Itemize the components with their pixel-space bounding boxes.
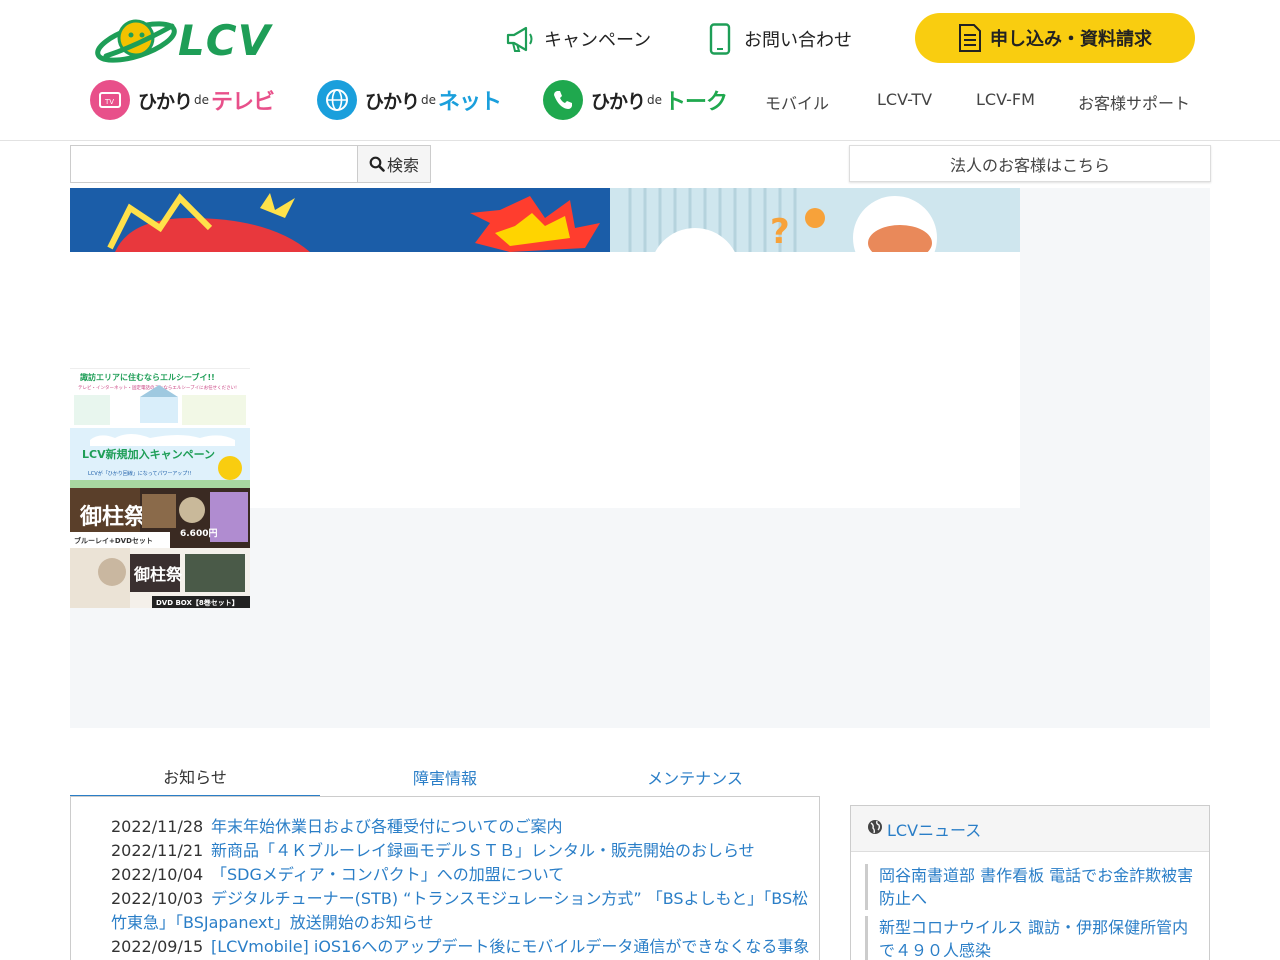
logo-text: LCV <box>178 16 272 65</box>
hero-banner-image[interactable]: ? <box>70 188 1020 252</box>
tv-icon: TV <box>90 80 130 120</box>
contact-label: お問い合わせ <box>744 30 852 51</box>
list-item: 2022/09/15 [LCVmobile] iOS16へのアップデート後にモバイ… <box>111 935 819 960</box>
info-tabs: お知らせ 障害情報 メンテナンス <box>70 757 820 797</box>
news-item[interactable]: 新型コロナウイルス 諏訪・伊那保健所管内で４９０人感染 <box>865 916 1195 960</box>
notice-date: 2022/11/21 <box>111 841 204 860</box>
phone-icon <box>543 80 583 120</box>
nav-tv-kind: テレビ <box>211 90 275 115</box>
side-banner-3-price: 6.600円 <box>180 528 217 539</box>
notice-link[interactable]: 「SDGメディア・コンパクト」への加盟について <box>211 865 564 884</box>
side-banner-new-subscriber[interactable]: LCV新規加入キャンペーン LCVが「ひかり回線」になってパワーアップ!! <box>70 428 250 488</box>
svg-text:?: ? <box>770 212 790 252</box>
apply-button[interactable]: 申し込み・資料請求 <box>915 13 1195 63</box>
list-item: 2022/11/21 新商品「４Ｋブルーレイ録画モデルＳＴＢ」レンタル・販売開始の… <box>111 839 819 863</box>
side-banner-2-sub: LCVが「ひかり回線」になってパワーアップ!! <box>88 470 191 477</box>
planet-logo-icon <box>95 19 177 63</box>
side-banner-4-sub: DVD BOX【8巻セット】 <box>156 598 239 607</box>
nav-lcv-fm[interactable]: LCV-FM <box>976 90 1035 109</box>
site-header: LCV キャンペーン お問い合わせ 申し込み・資料請求 TV ひかり de テレ… <box>0 0 1280 141</box>
side-banner-onbashira-dvdbox[interactable]: 御柱祭 DVD BOX【8巻セット】 <box>70 548 250 608</box>
lcv-logo[interactable]: LCV <box>92 12 282 68</box>
tab-maintenance[interactable]: メンテナンス <box>570 757 820 797</box>
side-banner-area-info[interactable]: 諏訪エリアに住むならエルシーブイ!! テレビ・インターネット・固定電話のことなら… <box>70 368 250 428</box>
nav-talk-prefix: ひかり <box>591 90 646 113</box>
nav-net-kind: ネット <box>438 90 502 115</box>
nav-lcv-tv[interactable]: LCV-TV <box>877 90 932 109</box>
globe-icon <box>317 80 357 120</box>
side-banner-1-headline: 諏訪エリアに住むならエルシーブイ!! <box>80 372 215 382</box>
nav-mobile[interactable]: モバイル <box>765 90 829 114</box>
nav-net-de: de <box>421 93 437 107</box>
nav-hikari-net[interactable]: ひかり de ネット <box>317 78 502 122</box>
nav-support[interactable]: お客様サポート <box>1078 90 1190 114</box>
side-banner-2-headline: LCV新規加入キャンペーン <box>82 447 215 461</box>
lcv-news-panel: LCVニュース 岡谷南書道部 書作看板 電話でお金詐欺被害防止へ 新型コロナウイ… <box>850 805 1210 960</box>
nav-tv-de: de <box>194 93 210 107</box>
contact-link[interactable]: お問い合わせ <box>704 20 852 58</box>
search-button[interactable]: 検索 <box>357 145 431 183</box>
side-banner-onbashira-bluray[interactable]: 御柱祭 ブルーレイ+DVDセット 6.600円 <box>70 488 250 548</box>
nav-talk-de: de <box>647 93 663 107</box>
document-icon <box>958 23 984 53</box>
campaign-label: キャンペーン <box>544 30 652 51</box>
search-button-label: 検索 <box>386 156 419 175</box>
main-banner-area: ? 諏訪エリアに住むならエルシーブイ!! テレビ・インターネット・固定電話のこと… <box>70 188 1210 728</box>
side-banner-3-headline: 御柱祭 <box>79 504 147 530</box>
side-banner-4-headline: 御柱祭 <box>133 565 183 584</box>
news-title: LCVニュース <box>887 820 982 840</box>
side-banner-3-sub: ブルーレイ+DVDセット <box>74 536 153 545</box>
search-input[interactable] <box>70 145 358 183</box>
notice-link[interactable]: デジタルチューナー(STB) “トランスモジュレーション方式” 「BSよしもと」… <box>111 889 808 932</box>
notice-link[interactable]: [LCVmobile] iOS16へのアップデート後にモバイルデータ通信ができな… <box>111 937 809 960</box>
notice-link[interactable]: 年末年始休業日および各種受付についてのご案内 <box>211 817 563 836</box>
notice-date: 2022/10/03 <box>111 889 204 908</box>
search-icon <box>369 156 385 172</box>
nav-hikari-tv[interactable]: TV ひかり de テレビ <box>90 78 275 122</box>
tab-notice[interactable]: お知らせ <box>70 757 320 797</box>
notice-list: 2022/11/28 年末年始休業日および各種受付についてのご案内 2022/11… <box>70 796 820 960</box>
nav-tv-prefix: ひかり <box>138 90 193 113</box>
globe-icon <box>867 819 883 839</box>
list-item: 2022/11/28 年末年始休業日および各種受付についてのご案内 <box>111 815 819 839</box>
news-list: 岡谷南書道部 書作看板 電話でお金詐欺被害防止へ 新型コロナウイルス 諏訪・伊那… <box>851 852 1209 960</box>
news-item[interactable]: 岡谷南書道部 書作看板 電話でお金詐欺被害防止へ <box>865 864 1195 910</box>
notice-link[interactable]: 新商品「４Ｋブルーレイ録画モデルＳＴＢ」レンタル・販売開始のおしらせ <box>211 841 755 860</box>
smartphone-icon <box>704 22 736 56</box>
list-item: 2022/10/04 「SDGメディア・コンパクト」への加盟について <box>111 863 819 887</box>
tab-failure-info[interactable]: 障害情報 <box>320 757 570 797</box>
nav-talk-kind: トーク <box>664 90 728 115</box>
megaphone-icon <box>504 22 536 56</box>
nav-hikari-talk[interactable]: ひかり de トーク <box>543 78 728 122</box>
apply-label: 申し込み・資料請求 <box>990 29 1152 50</box>
notice-date: 2022/11/28 <box>111 817 204 836</box>
corporate-button[interactable]: 法人のお客様はこちら <box>849 145 1211 182</box>
nav-net-prefix: ひかり <box>365 90 420 113</box>
svg-text:TV: TV <box>104 98 114 106</box>
news-header: LCVニュース <box>851 806 1209 852</box>
notice-date: 2022/10/04 <box>111 865 204 884</box>
notice-date: 2022/09/15 <box>111 937 204 956</box>
campaign-link[interactable]: キャンペーン <box>504 20 651 58</box>
list-item: 2022/10/03 デジタルチューナー(STB) “トランスモジュレーション方式… <box>71 887 819 935</box>
